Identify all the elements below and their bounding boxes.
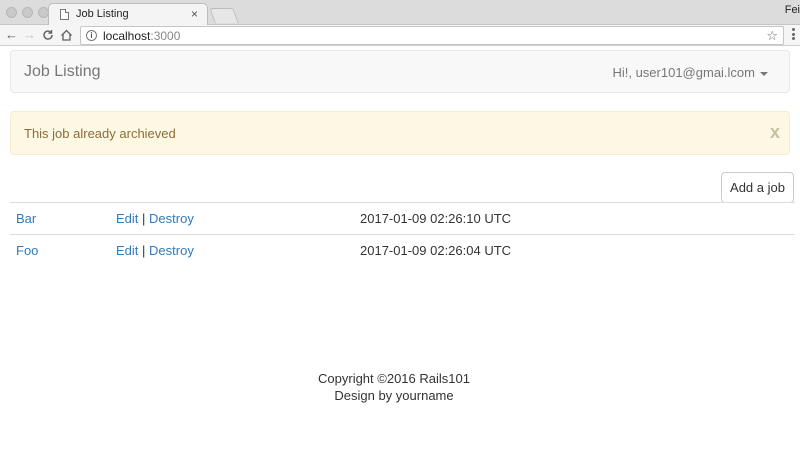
brand-link[interactable]: Job Listing	[24, 63, 101, 81]
job-created-at: 2017-01-09 02:26:10 UTC	[360, 211, 512, 226]
browser-tab-strip: Job Listing × Fei	[0, 0, 800, 26]
navbar: Job Listing Hi!, user101@gmai.lcom	[10, 50, 790, 93]
table-row: Bar Edit | Destroy 2017-01-09 02:26:10 U…	[10, 202, 795, 234]
info-icon[interactable]: i	[86, 30, 97, 41]
profile-name[interactable]: Fei	[785, 4, 800, 16]
jobs-table: Bar Edit | Destroy 2017-01-09 02:26:10 U…	[10, 202, 795, 266]
edit-link[interactable]: Edit	[116, 243, 138, 258]
destroy-link[interactable]: Destroy	[149, 211, 194, 226]
add-job-button[interactable]: Add a job	[721, 172, 794, 203]
alert-message: This job already archieved	[24, 126, 176, 141]
home-icon[interactable]	[60, 26, 73, 46]
tab-close-icon[interactable]: ×	[191, 7, 198, 21]
alert-close-icon[interactable]: x	[770, 122, 780, 142]
address-bar[interactable]: i localhost:3000 ☆	[80, 26, 784, 45]
forward-arrow-icon[interactable]: →	[23, 26, 36, 44]
page-icon	[60, 9, 69, 20]
job-created-at: 2017-01-09 02:26:04 UTC	[360, 243, 512, 258]
tab-title: Job Listing	[76, 8, 129, 20]
action-separator: |	[142, 211, 146, 226]
footer-design: Design by yourname	[334, 388, 454, 403]
table-row: Foo Edit | Destroy 2017-01-09 02:26:04 U…	[10, 234, 795, 266]
footer-copyright: Copyright ©2016 Rails101	[318, 371, 470, 386]
window-minimize-control[interactable]	[22, 7, 33, 18]
edit-link[interactable]: Edit	[116, 211, 138, 226]
footer: Copyright ©2016 Rails101 Design by yourn…	[0, 370, 788, 404]
back-arrow-icon[interactable]: ←	[5, 26, 18, 44]
job-actions: Edit | Destroy	[116, 243, 194, 258]
star-icon[interactable]: ☆	[766, 27, 778, 44]
new-tab-button[interactable]	[209, 8, 239, 23]
user-dropdown[interactable]: Hi!, user101@gmai.lcom	[612, 65, 768, 80]
job-title-link[interactable]: Bar	[16, 211, 36, 226]
warning-alert: This job already archieved x	[10, 111, 790, 155]
user-label: Hi!, user101@gmai.lcom	[612, 65, 755, 80]
url-text: localhost:3000	[103, 29, 181, 43]
job-actions: Edit | Destroy	[116, 211, 194, 226]
destroy-link[interactable]: Destroy	[149, 243, 194, 258]
window-close-control[interactable]	[6, 7, 17, 18]
browser-tab[interactable]: Job Listing ×	[48, 3, 208, 26]
caret-down-icon	[760, 71, 768, 76]
job-title-link[interactable]: Foo	[16, 243, 38, 258]
reload-icon[interactable]	[42, 26, 54, 46]
kebab-menu-icon[interactable]	[792, 28, 800, 42]
browser-toolbar: ← → i localhost:3000 ☆	[0, 25, 800, 46]
action-separator: |	[142, 243, 146, 258]
